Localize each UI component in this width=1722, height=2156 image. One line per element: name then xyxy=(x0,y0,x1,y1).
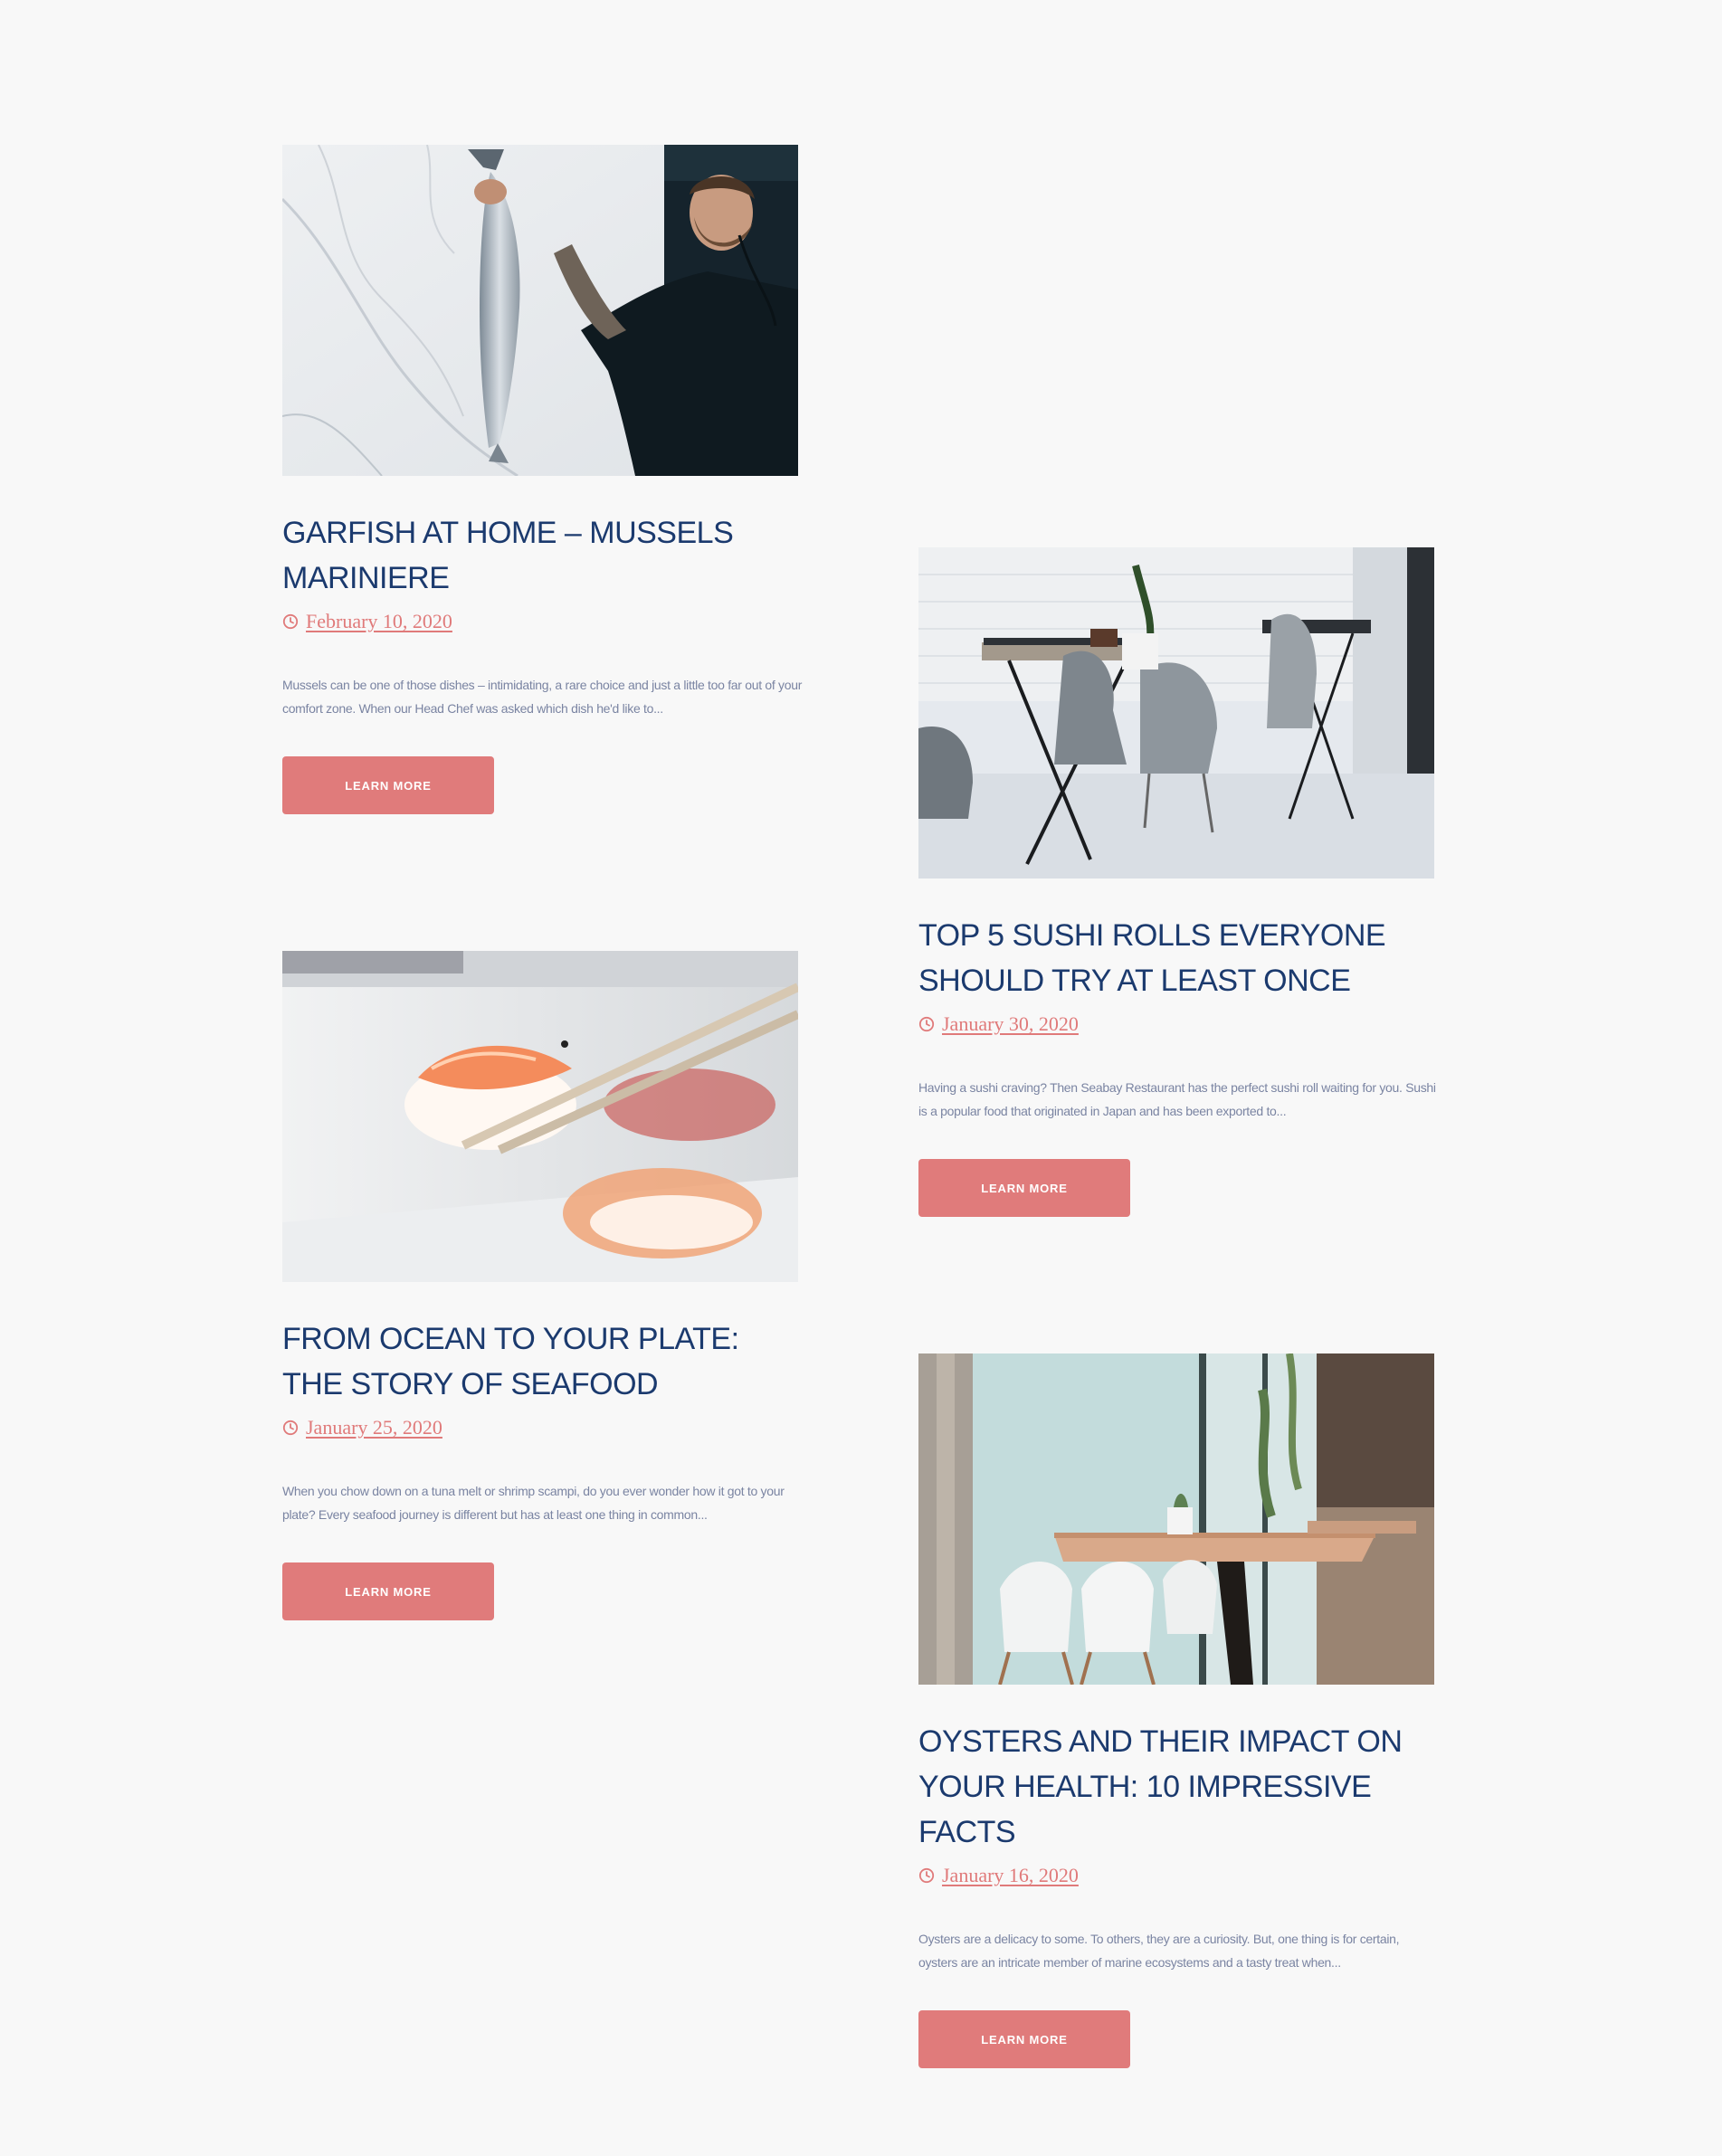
clock-icon xyxy=(918,1867,935,1884)
learn-more-button[interactable]: LEARN MORE xyxy=(918,1159,1130,1217)
blog-post-card: TOP 5 SUSHI ROLLS EVERYONE SHOULD TRY AT… xyxy=(918,547,1439,1217)
post-date-link[interactable]: February 10, 2020 xyxy=(306,610,452,633)
learn-more-button[interactable]: LEARN MORE xyxy=(918,2010,1130,2068)
learn-more-button[interactable]: LEARN MORE xyxy=(282,756,494,814)
chef-holding-fish-image xyxy=(282,145,798,476)
sushi-chopsticks-image xyxy=(282,951,798,1282)
learn-more-button[interactable]: LEARN MORE xyxy=(282,1562,494,1620)
post-date: January 16, 2020 xyxy=(918,1860,1439,1891)
clock-icon xyxy=(282,613,299,630)
post-title[interactable]: FROM OCEAN TO YOUR PLATE: THE STORY OF S… xyxy=(282,1316,803,1407)
blog-post-card: OYSTERS AND THEIR IMPACT ON YOUR HEALTH:… xyxy=(918,1353,1439,2068)
post-title[interactable]: OYSTERS AND THEIR IMPACT ON YOUR HEALTH:… xyxy=(918,1719,1439,1855)
post-excerpt: When you chow down on a tuna melt or shr… xyxy=(282,1484,785,1522)
post-image-restaurant-interior[interactable] xyxy=(918,547,1434,879)
post-date-link[interactable]: January 30, 2020 xyxy=(942,1012,1079,1036)
post-image-patio-restaurant[interactable] xyxy=(918,1353,1434,1685)
post-image-sushi[interactable] xyxy=(282,951,798,1282)
post-date-link[interactable]: January 25, 2020 xyxy=(306,1416,442,1439)
post-excerpt: Mussels can be one of those dishes – int… xyxy=(282,678,803,716)
post-image-chef-fish[interactable] xyxy=(282,145,798,476)
clock-icon xyxy=(282,1420,299,1436)
post-date: January 25, 2020 xyxy=(282,1412,803,1443)
post-excerpt: Having a sushi craving? Then Seabay Rest… xyxy=(918,1080,1436,1118)
post-date-link[interactable]: January 16, 2020 xyxy=(942,1864,1079,1887)
clock-icon xyxy=(918,1016,935,1032)
post-title[interactable]: GARFISH AT HOME – MUSSELS MARINIERE xyxy=(282,510,803,601)
restaurant-interior-image xyxy=(918,547,1434,879)
post-excerpt: Oysters are a delicacy to some. To other… xyxy=(918,1932,1400,1970)
post-date: February 10, 2020 xyxy=(282,606,803,637)
blog-post-card: GARFISH AT HOME – MUSSELS MARINIERE Febr… xyxy=(282,145,803,814)
blog-post-card: FROM OCEAN TO YOUR PLATE: THE STORY OF S… xyxy=(282,951,803,1620)
patio-restaurant-image xyxy=(918,1353,1434,1685)
post-title[interactable]: TOP 5 SUSHI ROLLS EVERYONE SHOULD TRY AT… xyxy=(918,913,1439,1003)
post-date: January 30, 2020 xyxy=(918,1009,1439,1040)
